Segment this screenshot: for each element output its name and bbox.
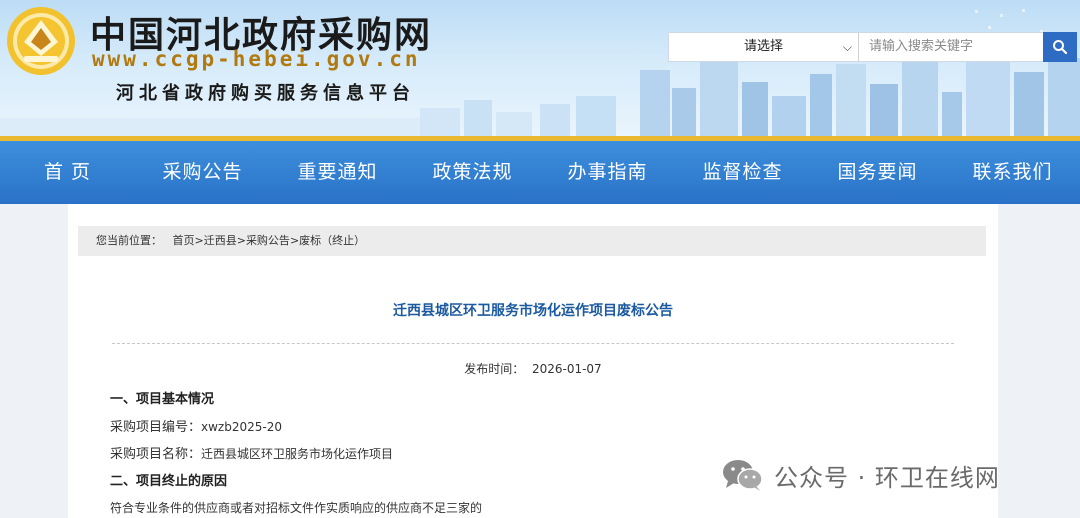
watermark-text: 公众号 · 环卫在线网 [774, 463, 1000, 492]
site-subtitle: 河北省政府购买服务信息平台 [116, 83, 415, 104]
project-name-label: 采购项目名称： [110, 447, 202, 462]
search-category-select[interactable]: 请选择 ⌵ [669, 33, 859, 61]
project-number-line: 采购项目编号：xwzb2025-20 [110, 416, 282, 435]
site-logo[interactable] [6, 6, 76, 76]
wechat-watermark: 公众号 · 环卫在线网 [722, 456, 1000, 494]
section-heading-termination-reason: 二、项目终止的原因 [110, 474, 228, 489]
title-divider [112, 343, 954, 344]
breadcrumb-current: 废标（终止） [299, 234, 366, 247]
search-input[interactable]: 请输入搜索关键字 [869, 33, 973, 61]
breadcrumb-link-county[interactable]: 迁西县 [204, 234, 237, 247]
breadcrumb-separator: > [289, 234, 300, 247]
breadcrumb-link-category[interactable]: 采购公告 [246, 234, 290, 247]
site-header: 中国河北政府采购网 www.ccgp-hebei.gov.cn 河北省政府购买服… [0, 0, 1080, 138]
search-bar: 请选择 ⌵ 请输入搜索关键字 [668, 32, 1077, 62]
termination-reason-text: 符合专业条件的供应商或者对招标文件作实质响应的供应商不足三家的 [110, 501, 483, 515]
publish-date: 2026-01-07 [531, 362, 602, 376]
chevron-down-icon: ⌵ [842, 40, 852, 54]
search-button[interactable] [1043, 32, 1077, 62]
search-icon [1053, 40, 1068, 55]
main-nav: 首 页 采购公告 重要通知 政策法规 办事指南 监督检查 国务要闻 联系我们 [0, 141, 1080, 204]
project-name-value: 迁西县城区环卫服务市场化运作项目 [201, 447, 394, 461]
breadcrumb-separator: > [236, 234, 246, 247]
nav-item-contact[interactable]: 联系我们 [945, 141, 1080, 204]
nav-item-state-news[interactable]: 国务要闻 [810, 141, 945, 204]
breadcrumb-link-home[interactable]: 首页 [173, 234, 195, 247]
wechat-icon [723, 460, 763, 491]
section-heading-basic-info: 一、项目基本情况 [110, 392, 215, 407]
project-number-value: xwzb2025-20 [201, 420, 282, 434]
site-url: www.ccgp-hebei.gov.cn [92, 47, 421, 71]
article-title: 迁西县城区环卫服务市场化运作项目废标公告 [393, 303, 673, 319]
nav-item-home[interactable]: 首 页 [0, 141, 135, 204]
breadcrumb-label: 您当前位置： [96, 234, 162, 247]
nav-item-policies[interactable]: 政策法规 [405, 141, 540, 204]
project-name-line: 采购项目名称：迁西县城区环卫服务市场化运作项目 [110, 443, 393, 462]
breadcrumb: 您当前位置： 首页>迁西县>采购公告>废标（终止） [78, 226, 986, 256]
breadcrumb-separator: > [194, 234, 204, 247]
nav-item-guides[interactable]: 办事指南 [540, 141, 675, 204]
nav-item-important-notices[interactable]: 重要通知 [270, 141, 405, 204]
publish-label: 发布时间： [464, 362, 525, 376]
publish-time: 发布时间： 2026-01-07 [68, 360, 998, 377]
nav-item-supervision[interactable]: 监督检查 [675, 141, 810, 204]
nav-item-procurement-notices[interactable]: 采购公告 [135, 141, 270, 204]
project-number-label: 采购项目编号： [110, 420, 202, 435]
search-select-value: 请选择 [743, 39, 783, 54]
